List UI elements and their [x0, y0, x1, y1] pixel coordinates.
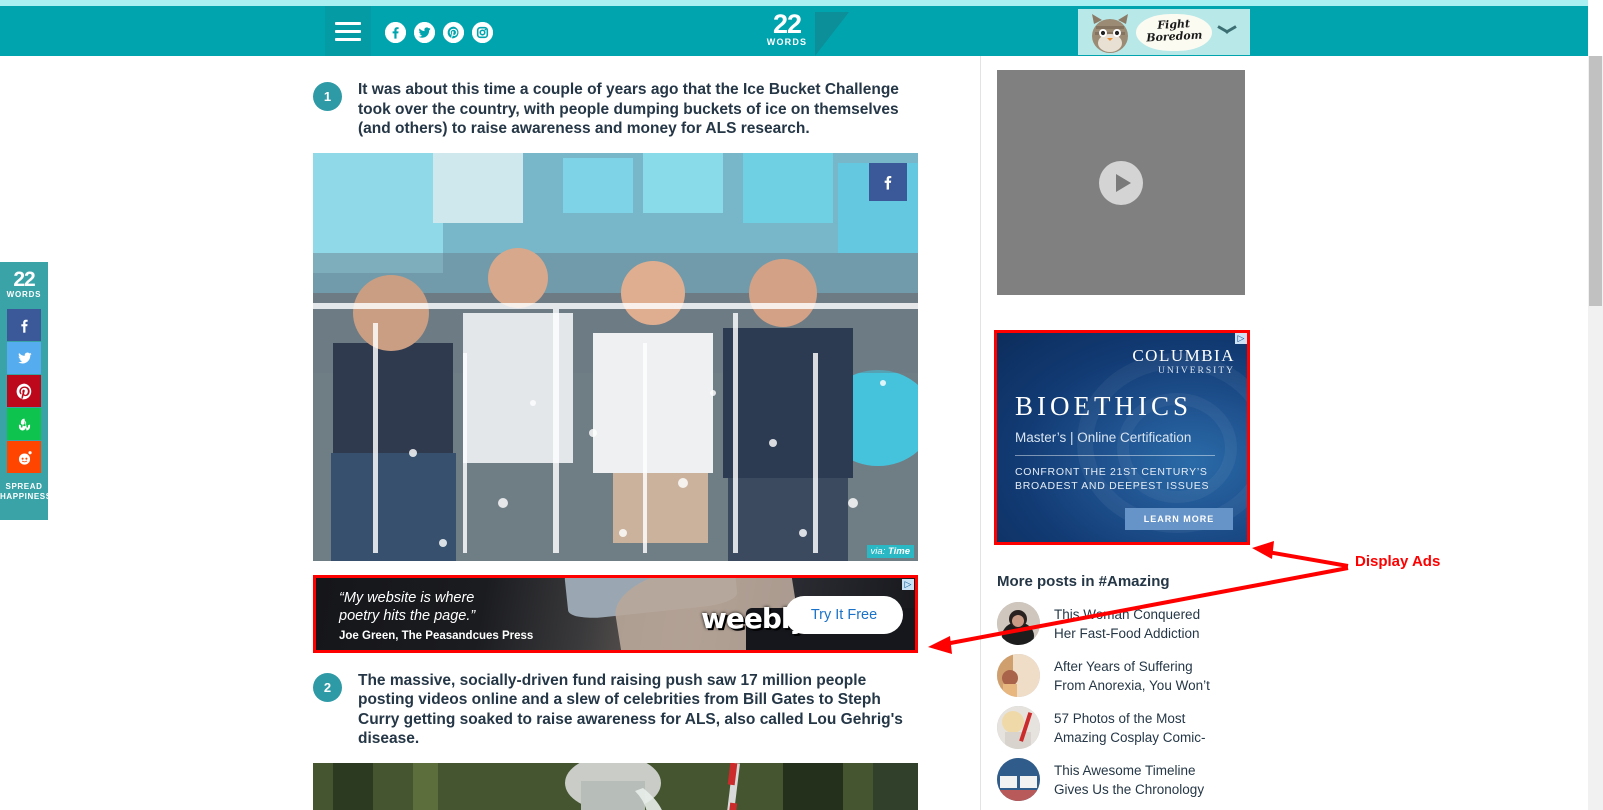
credit-source: Time — [887, 545, 910, 557]
post-title-line1: 57 Photos of the Most — [1054, 710, 1186, 726]
weebly-quote-line1: “My website is where — [339, 589, 475, 606]
columbia-university-word: UNIVERSITY — [1158, 366, 1235, 376]
logo-number: 22 — [772, 9, 802, 39]
weebly-attribution: Joe Green, The Peasandcues Press — [339, 629, 534, 642]
article-photo-bucket-pour — [313, 762, 918, 810]
video-player-placeholder[interactable] — [997, 70, 1245, 295]
columbia-ad-title: BIOETHICS — [1015, 391, 1192, 421]
rail-logo-number: 22 — [13, 268, 35, 291]
ice-bucket-photo — [313, 152, 918, 561]
logo-wordmark: WORDS — [766, 37, 808, 47]
rail-logo-wordmark: WORDS — [6, 290, 42, 299]
rail-logo[interactable]: 22 WORDS — [0, 262, 48, 299]
list-item[interactable]: This Awesome Timeline Gives Us the Chron… — [997, 758, 1287, 801]
scrollbar-thumb[interactable] — [1589, 56, 1602, 306]
post-title-line1: After Years of Suffering — [1054, 658, 1193, 674]
play-triangle — [1115, 173, 1131, 192]
arrowhead-columbia — [1252, 541, 1274, 559]
item-number-badge: 2 — [313, 672, 342, 702]
post-thumbnail — [997, 758, 1040, 801]
pinterest-icon[interactable] — [443, 22, 464, 43]
article-item-2: 2 The massive, socially-driven fund rais… — [313, 671, 918, 749]
post-title-line2: Gives Us the Chronology — [1054, 781, 1205, 797]
share-facebook-icon[interactable] — [7, 309, 41, 341]
list-item[interactable]: 57 Photos of the Most Amazing Cosplay Co… — [997, 706, 1287, 749]
facebook-share-icon[interactable] — [869, 162, 907, 201]
item-text: The massive, socially-driven fund raisin… — [358, 671, 903, 748]
site-header: 22 WORDS Fight Boredom — [0, 6, 1588, 56]
columbia-body-line1: CONFRONT THE 21ST CENTURY’S — [1015, 466, 1208, 478]
adchoices-icon[interactable]: ▷ — [902, 578, 914, 590]
post-title: 57 Photos of the Most Amazing Cosplay Co… — [1054, 709, 1206, 747]
share-reddit-icon[interactable] — [7, 441, 41, 473]
columbia-ad-rule — [1015, 455, 1215, 456]
list-item[interactable]: This Woman Conquered Her Fast-Food Addic… — [997, 602, 1287, 645]
more-posts-heading: More posts in #Amazing — [997, 573, 1170, 590]
logo-shadow — [815, 12, 849, 56]
more-posts-list: This Woman Conquered Her Fast-Food Addic… — [997, 602, 1287, 810]
article-item-1: 1 It was about this time a couple of yea… — [313, 80, 918, 139]
post-title: This Woman Conquered Her Fast-Food Addic… — [1054, 605, 1200, 643]
list-item[interactable]: After Years of Suffering From Anorexia, … — [997, 654, 1287, 697]
post-title-line1: This Awesome Timeline — [1054, 762, 1196, 778]
columbia-ad-subtitle: Master’s | Online Certification — [1015, 430, 1192, 445]
columbia-name: COLUMBIA — [1132, 346, 1235, 365]
post-title: This Awesome Timeline Gives Us the Chron… — [1054, 761, 1204, 799]
learn-more-button[interactable]: LEARN MORE — [1125, 508, 1233, 530]
rail-footer-text: SPREAD HAPPINESS — [0, 482, 52, 502]
annotation-label: Display Ads — [1355, 553, 1441, 570]
share-stumbleupon-icon[interactable] — [7, 408, 41, 440]
item-text: It was about this time a couple of years… — [358, 81, 899, 137]
weebly-display-ad[interactable]: “My website is where poetry hits the pag… — [313, 574, 918, 653]
header-social-links — [385, 22, 493, 43]
page-scrollbar[interactable] — [1588, 56, 1603, 810]
post-title-line2: From Anorexia, You Won’t — [1054, 677, 1210, 693]
post-title-line2: Amazing Cosplay Comic- — [1054, 729, 1206, 745]
columbia-ad-body: CONFRONT THE 21ST CENTURY’S BROADEST AND… — [1015, 465, 1209, 493]
arrow-line-to-columbia-ad — [1261, 549, 1349, 568]
arrowhead-weebly — [928, 636, 952, 654]
post-title: After Years of Suffering From Anorexia, … — [1054, 657, 1210, 695]
columbia-display-ad[interactable]: COLUMBIA UNIVERSITY BIOETHICS Master’s |… — [994, 330, 1250, 545]
columbia-university-logo: COLUMBIA UNIVERSITY — [1132, 346, 1235, 376]
item-number-badge: 1 — [313, 82, 342, 111]
columbia-body-line2: BROADEST AND DEEPEST ISSUES — [1015, 480, 1210, 492]
sidebar-divider — [980, 56, 981, 810]
fight-boredom-label: Fight Boredom — [1137, 17, 1210, 45]
site-logo[interactable]: 22 WORDS — [757, 11, 817, 53]
post-title-line2: Her Fast-Food Addiction — [1054, 625, 1200, 641]
weebly-quote-line2: poetry hits the page.” — [339, 607, 476, 624]
post-thumbnail — [997, 706, 1040, 749]
article-photo-ice-bucket: via: Time — [313, 152, 918, 561]
scrollbar-top-fill — [1588, 0, 1603, 56]
fight-boredom-promo[interactable]: Fight Boredom — [1078, 9, 1250, 55]
photo-credit[interactable]: via: Time — [866, 544, 914, 558]
rail-share-buttons — [0, 309, 48, 473]
post-thumbnail — [997, 602, 1040, 645]
page-root: 22 WORDS Fight Boredom 22 WORDS SPREAD H… — [0, 0, 1603, 810]
rail-footer-line2: HAPPINESS — [0, 492, 52, 501]
social-share-rail: 22 WORDS SPREAD HAPPINESS — [0, 262, 52, 520]
twitter-icon[interactable] — [414, 22, 435, 43]
share-pinterest-icon[interactable] — [7, 375, 41, 407]
second-photo — [313, 762, 918, 810]
hamburger-icon[interactable] — [325, 6, 371, 56]
cat-icon — [1092, 14, 1128, 53]
play-button-icon[interactable] — [1099, 160, 1143, 205]
article-main-column: 1 It was about this time a couple of yea… — [313, 80, 918, 810]
credit-prefix: via: — [870, 545, 888, 557]
adchoices-icon[interactable]: ▷ — [1235, 333, 1247, 344]
facebook-icon[interactable] — [385, 22, 406, 43]
post-thumbnail — [997, 654, 1040, 697]
rail-footer-line1: SPREAD — [5, 482, 43, 491]
instagram-icon[interactable] — [472, 22, 493, 43]
chevron-down-icon[interactable] — [1218, 25, 1236, 35]
weebly-quote: “My website is where poetry hits the pag… — [339, 589, 475, 625]
post-title-line1: This Woman Conquered — [1054, 606, 1201, 622]
try-it-free-button[interactable]: Try It Free — [785, 595, 903, 634]
share-twitter-icon[interactable] — [7, 342, 41, 374]
